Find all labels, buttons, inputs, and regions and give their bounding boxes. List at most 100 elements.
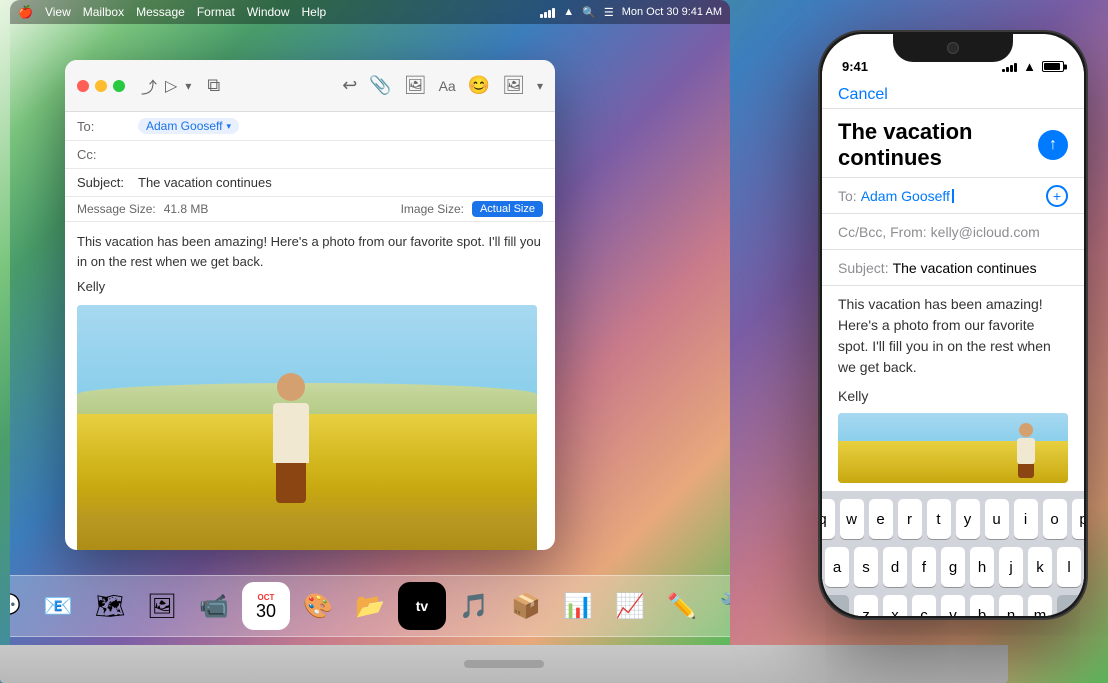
dock-appstore[interactable]: 🔧 [710, 582, 730, 630]
dock-keynote[interactable]: 📈 [606, 582, 654, 630]
key-p[interactable]: p [1072, 499, 1085, 539]
dock-maps[interactable]: 🗺 [86, 582, 134, 630]
menu-mailbox[interactable]: Mailbox [83, 5, 124, 19]
menu-view[interactable]: View [45, 5, 71, 19]
dock-finder[interactable]: 📂 [346, 582, 394, 630]
dock-photos[interactable]: 🖼 [138, 582, 186, 630]
iphone-subject-value: The vacation continues [893, 260, 1037, 276]
search-icon[interactable]: 🔍 [582, 6, 596, 19]
add-recipient-button[interactable]: + [1046, 185, 1068, 207]
key-n[interactable]: n [999, 595, 1023, 616]
send-icon[interactable]: ▷ [165, 76, 177, 96]
ios-keyboard: q w e r t y u i o p a s d f g h [822, 491, 1084, 616]
traffic-lights [77, 80, 125, 92]
key-r[interactable]: r [898, 499, 922, 539]
iphone-battery [1042, 61, 1064, 72]
cc-field[interactable]: Cc: [65, 141, 555, 169]
macbook-base [0, 645, 1008, 683]
keyboard-row-3: ⇧ z x c v b n m ⌫ [826, 595, 1080, 616]
menu-help[interactable]: Help [302, 5, 327, 19]
iphone-screen: 9:41 ▲ Cancel The v [822, 34, 1084, 616]
key-l[interactable]: l [1057, 547, 1081, 587]
attached-photo [77, 305, 537, 551]
iphone-body[interactable]: This vacation has been amazing! Here's a… [822, 286, 1084, 491]
key-j[interactable]: j [999, 547, 1023, 587]
cancel-button[interactable]: Cancel [838, 86, 888, 104]
key-d[interactable]: d [883, 547, 907, 587]
key-t[interactable]: t [927, 499, 951, 539]
key-s[interactable]: s [854, 547, 878, 587]
dock-music[interactable]: 🎵 [450, 582, 498, 630]
reply-icon[interactable]: ↩ [342, 75, 357, 96]
key-y[interactable]: y [956, 499, 980, 539]
attachment-icon[interactable]: 📎 [369, 75, 391, 96]
key-z[interactable]: z [854, 595, 878, 616]
key-w[interactable]: w [840, 499, 864, 539]
key-a[interactable]: a [825, 547, 849, 587]
key-q[interactable]: q [822, 499, 835, 539]
clock: Mon Oct 30 9:41 AM [622, 6, 722, 18]
key-c[interactable]: c [912, 595, 936, 616]
keyboard-row-2: a s d f g h j k l [826, 547, 1080, 587]
dock-tv[interactable]: tv [398, 582, 446, 630]
dock-pages[interactable]: ✏️ [658, 582, 706, 630]
recipient-name: Adam Gooseff [146, 119, 223, 133]
subject-field[interactable]: Subject: The vacation continues [65, 169, 555, 197]
photo-icon[interactable]: 🖼 [404, 75, 427, 96]
key-e[interactable]: e [869, 499, 893, 539]
key-o[interactable]: o [1043, 499, 1067, 539]
key-h[interactable]: h [970, 547, 994, 587]
wifi-icon: ▲ [563, 6, 574, 18]
key-k[interactable]: k [1028, 547, 1052, 587]
dock-notes[interactable]: 📦 [502, 582, 550, 630]
insert-icon[interactable]: 🖼 [502, 75, 525, 96]
key-i[interactable]: i [1014, 499, 1038, 539]
close-button[interactable] [77, 80, 89, 92]
dock-calendar[interactable]: OCT 30 [242, 582, 290, 630]
key-f[interactable]: f [912, 547, 936, 587]
menu-message[interactable]: Message [136, 5, 185, 19]
maximize-button[interactable] [113, 80, 125, 92]
body-text: This vacation has been amazing! Here's a… [77, 232, 543, 271]
key-v[interactable]: v [941, 595, 965, 616]
dropdown-icon[interactable]: ▾ [185, 79, 191, 93]
more-icon[interactable]: ▾ [537, 79, 543, 93]
image-size-label: Image Size: [401, 202, 464, 216]
dock-facetime[interactable]: 📹 [190, 582, 238, 630]
key-x[interactable]: x [883, 595, 907, 616]
dock-mail[interactable]: 📧 [34, 582, 82, 630]
send-button[interactable]: ↑ [1038, 130, 1068, 160]
key-b[interactable]: b [970, 595, 994, 616]
key-u[interactable]: u [985, 499, 1009, 539]
menu-bar-right: ▲ 🔍 ☰ Mon Oct 30 9:41 AM [540, 6, 722, 19]
minimize-button[interactable] [95, 80, 107, 92]
font-icon[interactable]: Aa [439, 78, 456, 94]
iphone-mail-compose: Cancel The vacation continues ↑ To: Adam… [822, 78, 1084, 616]
actual-size-button[interactable]: Actual Size [472, 201, 543, 217]
iphone-notch [893, 34, 1013, 62]
dock-messages[interactable]: 💬 [10, 582, 30, 630]
mail-header: To: Adam Gooseff ▾ Cc: Subject: The vaca… [65, 112, 555, 222]
dock-numbers[interactable]: 📊 [554, 582, 602, 630]
iphone-to-field[interactable]: To: Adam Gooseff + [822, 178, 1084, 214]
chip-arrow: ▾ [227, 121, 232, 132]
message-size-value: 41.8 MB [164, 202, 209, 216]
apple-menu[interactable]: 🍎 [18, 5, 33, 19]
text-cursor [952, 189, 954, 203]
dock-contacts[interactable]: 🎨 [294, 582, 342, 630]
to-field[interactable]: To: Adam Gooseff ▾ [65, 112, 555, 141]
emoji-icon[interactable]: 😊 [468, 75, 490, 96]
titlebar-tools-right: ↩ 📎 🖼 Aa 😊 🖼 ▾ [342, 75, 543, 96]
key-m[interactable]: m [1028, 595, 1052, 616]
menu-format[interactable]: Format [197, 5, 235, 19]
back-icon[interactable]: ⤴ [141, 74, 157, 98]
menu-window[interactable]: Window [247, 5, 290, 19]
recipient-chip[interactable]: Adam Gooseff ▾ [138, 118, 239, 134]
key-g[interactable]: g [941, 547, 965, 587]
menu-bar: 🍎 View Mailbox Message Format Window Hel… [10, 0, 730, 24]
iphone-subject-field[interactable]: Subject: The vacation continues [822, 250, 1084, 286]
control-center-icon[interactable]: ☰ [604, 6, 614, 19]
window-icon[interactable]: ⧉ [207, 75, 220, 96]
iphone-cc-field[interactable]: Cc/Bcc, From: kelly@icloud.com [822, 214, 1084, 250]
mail-body[interactable]: This vacation has been amazing! Here's a… [65, 222, 555, 550]
